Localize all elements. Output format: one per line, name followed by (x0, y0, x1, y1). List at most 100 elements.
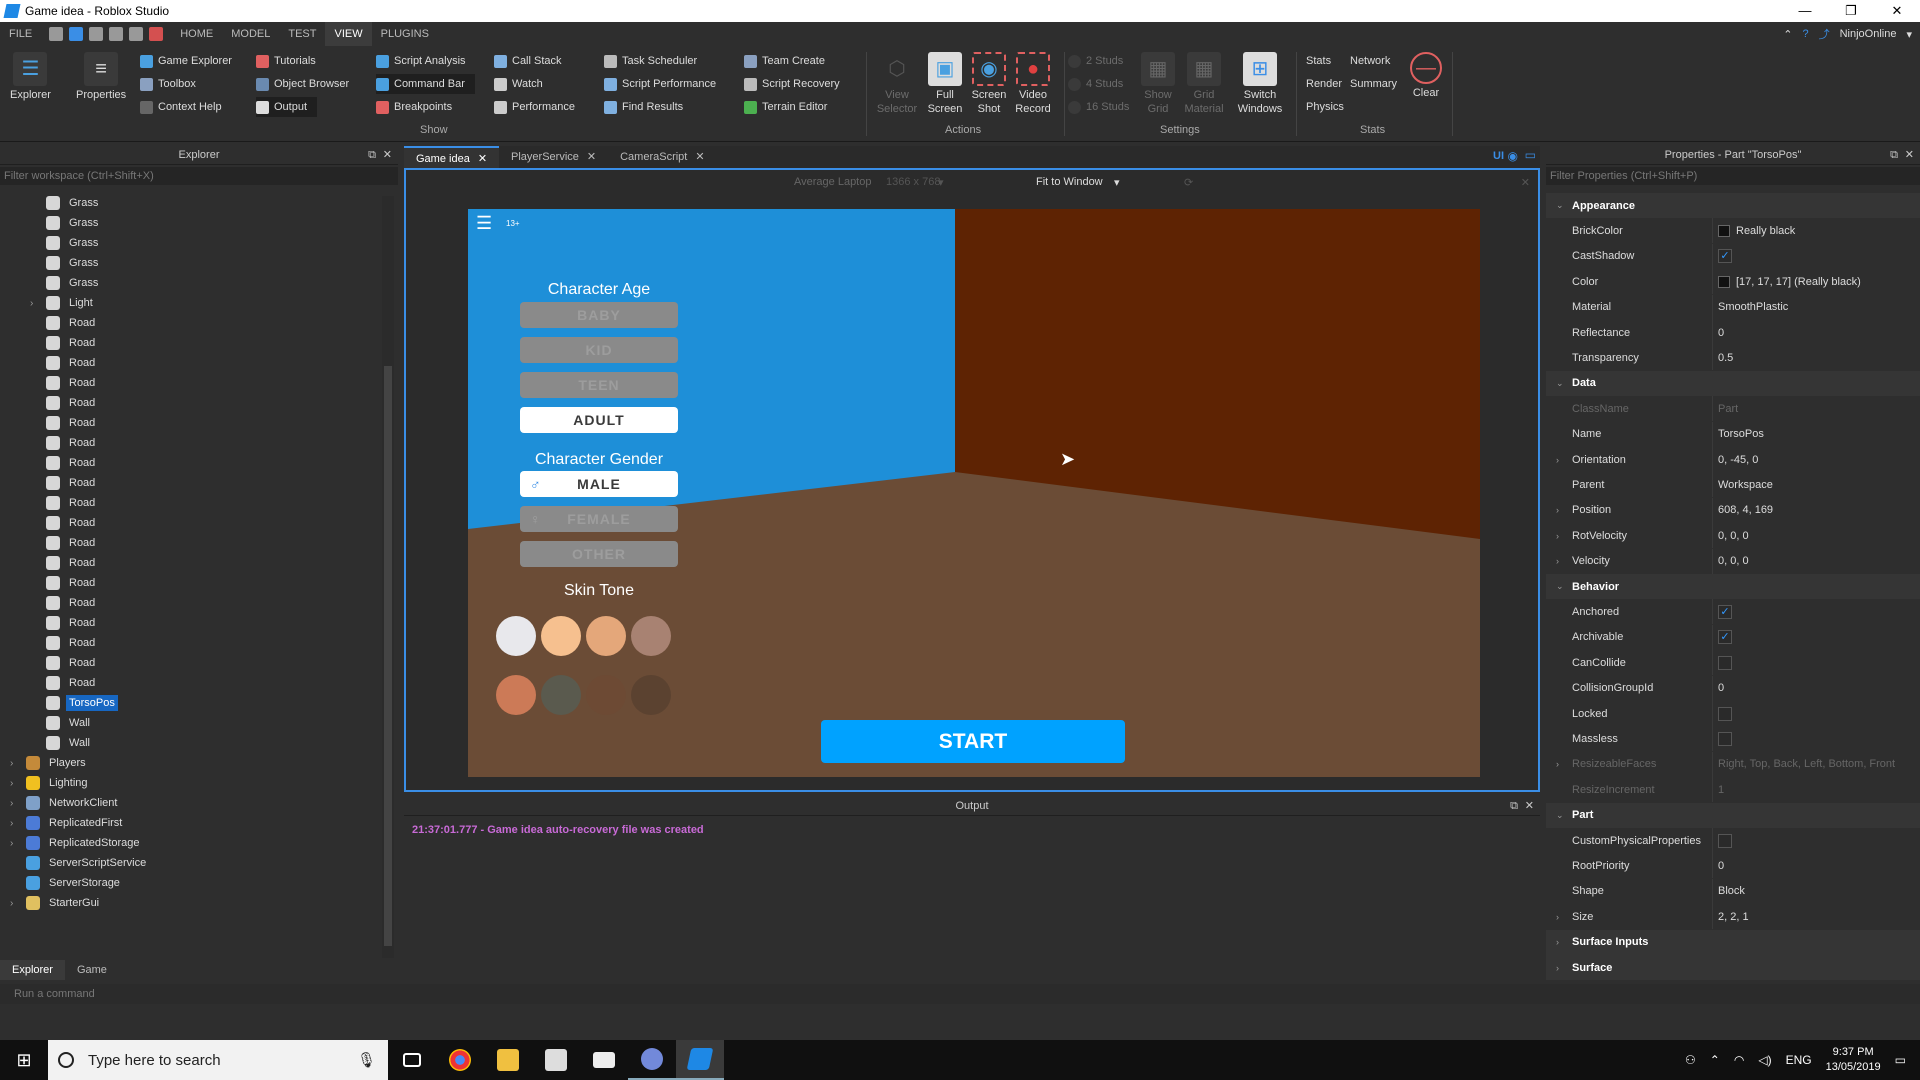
gender-option-female[interactable]: ♀ FEMALE (520, 506, 678, 532)
game-explorer-item[interactable]: Game Explorer (140, 51, 232, 71)
property-row[interactable]: Massless (1546, 726, 1920, 752)
expand-arrow-icon[interactable]: › (1556, 531, 1559, 541)
property-category[interactable]: ⌄ Part (1546, 802, 1920, 828)
view-selector-button[interactable]: ⬡ View Selector (872, 52, 922, 116)
property-row[interactable]: ResizeIncrement 1 (1546, 777, 1920, 803)
tab-camera-script[interactable]: CameraScript ✕ (608, 146, 716, 168)
object-browser-item[interactable]: Object Browser (256, 74, 349, 94)
tree-item[interactable]: Road (0, 633, 380, 653)
property-checkbox[interactable] (1718, 833, 1732, 848)
property-row[interactable]: Shape Block (1546, 878, 1920, 904)
property-value[interactable]: Part (1718, 403, 1738, 415)
property-value[interactable]: 0.5 (1718, 352, 1733, 364)
game-scene[interactable]: ☰ 13+ Character Age BABY KID TEEN ADULT … (468, 209, 1480, 777)
tree-item[interactable]: Road (0, 393, 380, 413)
property-value[interactable]: 0 (1718, 860, 1724, 872)
property-checkbox[interactable] (1718, 706, 1732, 721)
menu-tab-home[interactable]: HOME (171, 22, 222, 46)
render-toggle[interactable]: Render (1306, 74, 1342, 94)
volume-icon[interactable]: ◁) (1758, 1053, 1771, 1067)
studs-2-option[interactable]: 2 Studs (1068, 51, 1123, 71)
property-row[interactable]: BrickColor Really black (1546, 218, 1920, 244)
property-checkbox[interactable]: ✓ (1718, 630, 1732, 645)
clear-button[interactable]: — Clear (1404, 52, 1448, 100)
summary-toggle[interactable]: Summary (1350, 74, 1397, 94)
stats-toggle[interactable]: Stats (1306, 51, 1331, 71)
property-row[interactable]: Parent Workspace (1546, 472, 1920, 498)
close-icon[interactable]: ✕ (478, 148, 487, 168)
physics-toggle[interactable]: Physics (1306, 97, 1344, 117)
tree-item[interactable]: Road (0, 533, 380, 553)
chrome-icon[interactable] (436, 1040, 484, 1080)
tree-item[interactable]: Road (0, 673, 380, 693)
tree-item[interactable]: Road (0, 453, 380, 473)
skin-tone-swatch[interactable] (586, 616, 626, 656)
tree-item[interactable]: Road (0, 573, 380, 593)
expand-arrow-icon[interactable]: › (1556, 912, 1559, 922)
clock[interactable]: 9:37 PM 13/05/2019 (1826, 1045, 1881, 1075)
explorer-scrollbar[interactable] (382, 196, 394, 958)
tutorials-item[interactable]: Tutorials (256, 51, 316, 71)
property-value[interactable]: 608, 4, 169 (1718, 504, 1773, 516)
file-explorer-icon[interactable] (484, 1040, 532, 1080)
chevron-down-icon[interactable]: ⌄ (1556, 378, 1564, 389)
tree-item[interactable]: Road (0, 413, 380, 433)
user-dropdown-icon[interactable]: ▾ (1906, 28, 1912, 41)
properties-filter-input[interactable]: Filter Properties (Ctrl+Shift+P) (1546, 167, 1920, 185)
property-value[interactable]: 0 (1718, 682, 1724, 694)
explorer-button[interactable]: ☰ Explorer (10, 52, 51, 102)
menu-tab-plugins[interactable]: PLUGINS (372, 22, 438, 46)
close-button[interactable]: ✕ (1874, 0, 1920, 22)
tree-item[interactable]: › NetworkClient (0, 793, 380, 813)
network-toggle[interactable]: Network (1350, 51, 1390, 71)
expand-arrow-icon[interactable]: › (10, 758, 13, 769)
device-emulator-icon[interactable]: ▭ (1525, 148, 1536, 162)
rotate-icon[interactable]: ⟳ (1184, 176, 1193, 189)
tree-item[interactable]: Road (0, 593, 380, 613)
chevron-down-icon[interactable]: ⌄ (1556, 200, 1564, 211)
tree-item[interactable]: TorsoPos (0, 693, 380, 713)
tree-item[interactable]: Grass (0, 193, 380, 213)
property-value[interactable]: Workspace (1718, 479, 1773, 491)
property-value[interactable]: Really black (1718, 225, 1795, 237)
property-row[interactable]: Transparency 0.5 (1546, 345, 1920, 371)
property-row[interactable]: › ResizeableFaces Right, Top, Back, Left, … (1546, 751, 1920, 777)
expand-arrow-icon[interactable]: › (10, 838, 13, 849)
property-row[interactable]: Color [17, 17, 17] (Really black) (1546, 269, 1920, 295)
tree-item[interactable]: Road (0, 513, 380, 533)
script-analysis-item[interactable]: Script Analysis (376, 51, 466, 71)
skin-tone-swatch[interactable] (586, 675, 626, 715)
tree-item[interactable]: › ReplicatedStorage (0, 833, 380, 853)
property-value[interactable]: 1 (1718, 784, 1724, 796)
language-indicator[interactable]: ENG (1786, 1053, 1812, 1067)
expand-arrow-icon[interactable]: › (10, 898, 13, 909)
watch-item[interactable]: Watch (494, 74, 543, 94)
tab-explorer[interactable]: Explorer (0, 960, 65, 980)
tree-item[interactable]: Road (0, 313, 380, 333)
ui-visibility-toggle[interactable]: UI (1493, 150, 1504, 162)
tree-item[interactable]: › Players (0, 753, 380, 773)
expand-arrow-icon[interactable]: › (30, 298, 33, 309)
taskbar-search[interactable]: Type here to search 🎙 (48, 1040, 388, 1080)
property-category[interactable]: ⌄ Appearance (1546, 193, 1920, 218)
notification-icon[interactable]: ▭ (1895, 1053, 1906, 1067)
chevron-up-icon[interactable]: ⌃ (1710, 1053, 1720, 1067)
property-row[interactable]: Anchored ✓ (1546, 599, 1920, 625)
property-value[interactable]: Block (1718, 885, 1745, 897)
switch-windows-button[interactable]: ⊞ Switch Windows (1228, 52, 1292, 116)
property-row[interactable]: › Size 2, 2, 1 (1546, 904, 1920, 930)
tree-item[interactable]: › StarterGui (0, 893, 380, 913)
chevron-down-icon[interactable]: ▾ (1114, 176, 1120, 189)
tree-item[interactable]: Wall (0, 713, 380, 733)
property-row[interactable]: Material SmoothPlastic (1546, 294, 1920, 320)
property-row[interactable]: CanCollide (1546, 650, 1920, 676)
property-checkbox[interactable] (1718, 731, 1732, 746)
tab-player-service[interactable]: PlayerService ✕ (499, 146, 608, 168)
close-icon[interactable]: ✕ (383, 145, 392, 165)
fit-select[interactable]: Fit to Window (1036, 176, 1103, 188)
tree-item[interactable]: › Light (0, 293, 380, 313)
property-value[interactable]: 0 (1718, 327, 1724, 339)
show-grid-button[interactable]: ▦ Show Grid (1136, 52, 1180, 116)
chevron-right-icon[interactable]: › (1556, 937, 1559, 947)
property-category[interactable]: › Surface (1546, 955, 1920, 980)
